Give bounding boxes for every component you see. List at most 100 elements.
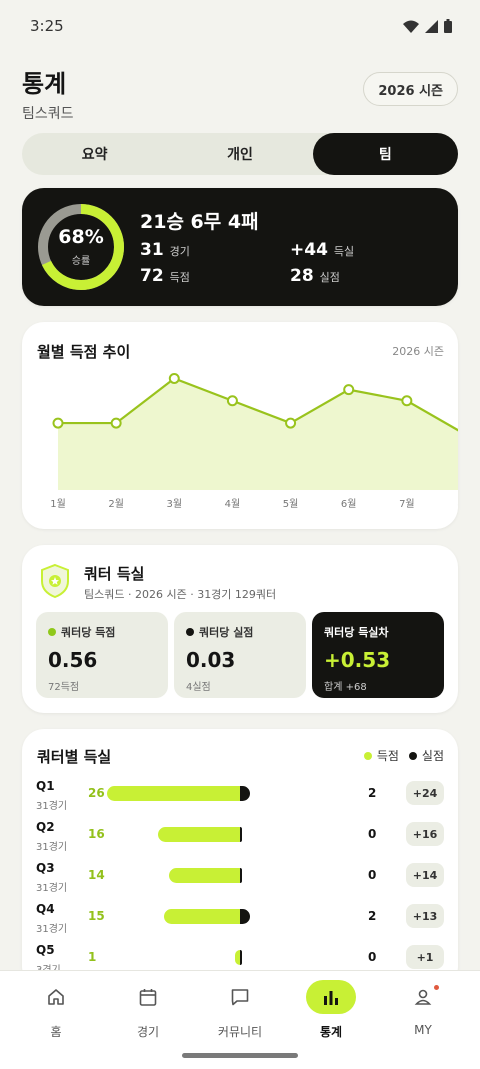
- goal-diff-stat: +44 득실: [290, 240, 355, 260]
- home-indicator: [182, 1053, 298, 1058]
- nav-stats[interactable]: 통계: [291, 979, 371, 1040]
- per-quarter-against-card: 쿼터당 실점 0.03 4실점: [174, 612, 306, 698]
- quarter-games: 31경기: [36, 801, 68, 812]
- quarter-diff-badge: +16: [406, 822, 444, 846]
- quarter-goals-for: 26: [88, 786, 105, 800]
- legend-for-icon: [363, 751, 372, 760]
- quarter-name: Q3: [36, 861, 55, 875]
- quarter-goals-against: 0: [368, 950, 377, 964]
- tab-team[interactable]: 팀: [312, 133, 458, 175]
- for-dot-icon: [48, 628, 56, 636]
- tab-individual[interactable]: 개인: [167, 133, 312, 175]
- quarter-diff-badge: +1: [406, 945, 444, 969]
- quarter-title: 쿼터 득실: [84, 565, 145, 583]
- win-rate-label: 승률: [71, 256, 91, 267]
- quarter-goals-against: 0: [368, 827, 377, 841]
- signal-icon: [425, 19, 438, 33]
- quarter-games: 31경기: [36, 924, 68, 935]
- quarter-goals-for: 16: [88, 827, 105, 841]
- x-tick-label: 4월: [225, 498, 241, 510]
- trend-area: [58, 378, 458, 490]
- monthly-trend-card: 월별 득점 추이 2026 시즌 1월2월3월4월5월6월7월8월: [22, 322, 458, 529]
- trend-point: [110, 417, 122, 429]
- nav-community[interactable]: 커뮤니티: [200, 979, 280, 1040]
- trend-point: [226, 395, 238, 407]
- x-tick-label: 2월: [108, 498, 124, 510]
- status-bar: 3:25: [0, 0, 480, 52]
- quarter-goals-for: 14: [88, 868, 105, 882]
- goals-for-bar: [158, 827, 240, 842]
- quarter-breakdown-title: 쿼터별 득실: [37, 748, 112, 766]
- quarter-diff-badge: +24: [406, 781, 444, 805]
- nav-matches[interactable]: 경기: [108, 979, 188, 1040]
- bar-chart-icon: [324, 991, 338, 1005]
- quarter-diff-badge: +13: [406, 904, 444, 928]
- quarter-name: Q5: [36, 943, 55, 957]
- chat-icon: [231, 989, 249, 1006]
- team-summary-card: 68% 승률 21승 6무 4패 31 경기 +44 득실 72 득점 28 실점: [22, 188, 458, 306]
- wifi-icon: [403, 20, 419, 33]
- calendar-icon: [139, 989, 157, 1006]
- goals-against-bar: [240, 827, 242, 842]
- quarter-games: 31경기: [36, 883, 68, 894]
- quarter-goals-against: 2: [368, 909, 377, 923]
- trend-point: [401, 395, 413, 407]
- per-quarter-diff-card: 쿼터당 득실차 +0.53 합계 +68: [312, 612, 444, 698]
- page-header: 통계 팀스쿼드 2026 시즌: [22, 64, 458, 122]
- goals-for-bar: [107, 786, 240, 801]
- quarter-goals-against: 0: [368, 868, 377, 882]
- quarter-breakdown-card: 쿼터별 득실 득점 실점 Q1 31경기 26 2 +24 Q2 31경기 16 0 +16 Q3 3…: [22, 729, 458, 989]
- quarter-name: Q4: [36, 902, 55, 916]
- goals-against-bar: [240, 909, 250, 924]
- battery-icon: [444, 19, 452, 33]
- goals-against-bar: [240, 786, 250, 801]
- quarter-row: Q2 31경기 16 0 +16: [22, 820, 458, 860]
- quarter-subtitle: 팀스쿼드 · 2026 시즌 · 31경기 129쿼터: [84, 588, 277, 601]
- team-emblem-icon: [41, 563, 69, 599]
- quarter-diff-badge: +14: [406, 863, 444, 887]
- quarter-name: Q2: [36, 820, 55, 834]
- monthly-goals-chart: 1월 2월 3월 4월 5월 6월 7월 8월: [50, 372, 458, 510]
- legend-against-icon: [408, 751, 417, 760]
- goals-for-stat: 72 득점: [140, 266, 190, 286]
- trend-point: [285, 417, 297, 429]
- x-tick-label: 1월: [50, 498, 66, 510]
- person-icon: [414, 989, 432, 1005]
- trend-point: [168, 372, 180, 384]
- x-tick-label: 7월: [399, 498, 415, 510]
- nav-home[interactable]: 홈: [16, 979, 96, 1040]
- x-tick-label: 3월: [167, 498, 183, 510]
- quarter-row: Q1 31경기 26 2 +24: [22, 779, 458, 819]
- quarter-row: Q3 31경기 14 0 +14: [22, 861, 458, 901]
- goals-against-bar: [240, 950, 242, 965]
- goals-for-bar: [163, 909, 240, 924]
- x-tick-label: 5월: [283, 498, 299, 510]
- quarter-goals-against: 2: [368, 786, 377, 800]
- trend-point: [343, 384, 355, 396]
- x-tick-label: 8월: [457, 498, 458, 510]
- goals-against-bar: [240, 868, 242, 883]
- stats-tabs: 요약 개인 팀: [22, 133, 458, 175]
- home-icon: [48, 989, 64, 1005]
- quarter-legend: 득점 실점: [363, 747, 444, 764]
- season-record: 21승 6무 4패: [140, 211, 259, 233]
- per-quarter-for-card: 쿼터당 득점 0.56 72득점: [36, 612, 168, 698]
- against-dot-icon: [186, 628, 194, 636]
- quarter-summary-card: 쿼터 득실 팀스쿼드 · 2026 시즌 · 31경기 129쿼터 쿼터당 득점…: [22, 545, 458, 713]
- nav-my[interactable]: MY: [383, 979, 463, 1037]
- quarter-games: 31경기: [36, 842, 68, 853]
- trend-point: [52, 417, 64, 429]
- team-name: 팀스쿼드: [22, 106, 74, 122]
- season-selector[interactable]: 2026 시즌: [363, 72, 458, 106]
- win-rate-value: 68%: [58, 226, 104, 248]
- quarter-row: Q4 31경기 15 2 +13: [22, 902, 458, 942]
- notification-dot: [434, 985, 439, 990]
- tab-summary[interactable]: 요약: [22, 133, 167, 175]
- games-stat: 31 경기: [140, 240, 190, 260]
- goals-for-bar: [168, 868, 240, 883]
- status-time: 3:25: [30, 17, 64, 35]
- quarter-name: Q1: [36, 779, 55, 793]
- x-tick-label: 6월: [341, 498, 357, 510]
- quarter-goals-for: 15: [88, 909, 105, 923]
- quarter-goals-for: 1: [88, 950, 97, 964]
